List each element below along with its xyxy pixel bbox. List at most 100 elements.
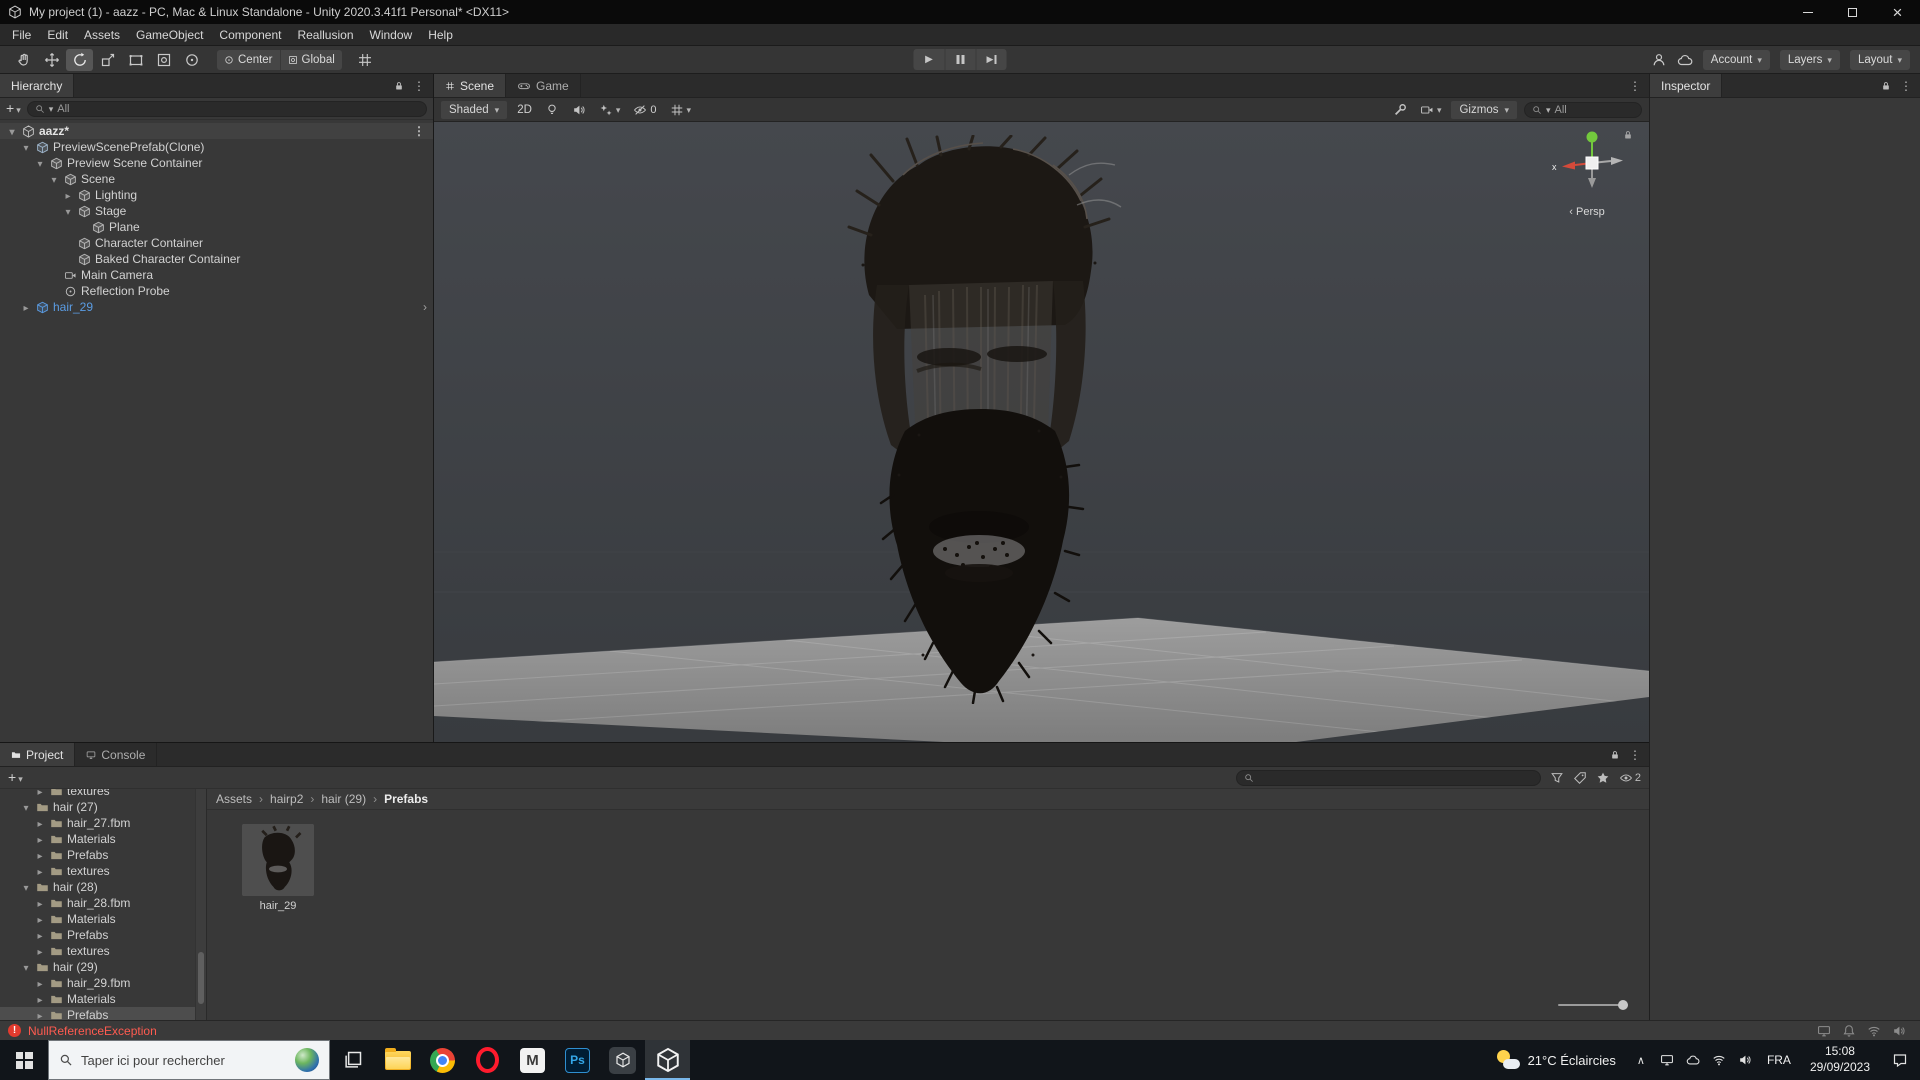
scene-audio-toggle[interactable] xyxy=(569,101,589,119)
hierarchy-item[interactable]: Baked Character Container xyxy=(0,251,433,267)
photoshop-button[interactable]: Ps xyxy=(555,1040,600,1080)
expand-arrow-icon[interactable] xyxy=(20,880,32,894)
hierarchy-item[interactable]: Lighting xyxy=(0,187,433,203)
start-button[interactable] xyxy=(0,1040,48,1080)
expand-arrow-icon[interactable] xyxy=(62,188,74,202)
expand-arrow-icon[interactable] xyxy=(34,896,46,910)
status-monitor-icon[interactable] xyxy=(1817,1024,1831,1038)
collab-button[interactable] xyxy=(1651,52,1667,68)
create-object-button[interactable] xyxy=(6,101,21,116)
cloud-services-button[interactable] xyxy=(1677,52,1693,68)
component-tools-button[interactable] xyxy=(1390,101,1410,119)
hierarchy-item[interactable]: Stage xyxy=(0,203,433,219)
folder-row[interactable]: Materials xyxy=(0,911,206,927)
breadcrumb-hairp2[interactable]: hairp2 xyxy=(270,792,303,806)
taskbar-clock[interactable]: 15:08 29/09/2023 xyxy=(1800,1044,1880,1075)
tray-monitor-icon[interactable] xyxy=(1654,1053,1680,1067)
tab-project[interactable]: Project xyxy=(0,743,76,766)
play-button[interactable] xyxy=(913,49,945,70)
pivot-rotation-button[interactable]: Global xyxy=(279,49,342,70)
scene-visibility-toggle[interactable]: 0 xyxy=(630,101,659,119)
gizmos-dropdown[interactable]: Gizmos xyxy=(1451,100,1517,119)
status-wifi-icon[interactable] xyxy=(1867,1024,1881,1038)
layers-dropdown[interactable]: Layers xyxy=(1779,49,1840,70)
asset-thumbnail[interactable] xyxy=(242,824,314,896)
m-app-button[interactable]: M xyxy=(510,1040,555,1080)
breadcrumb-assets[interactable]: Assets xyxy=(216,792,252,806)
hierarchy-item[interactable]: Reflection Probe xyxy=(0,283,433,299)
search-highlight-icon[interactable] xyxy=(295,1048,319,1072)
status-speaker-icon[interactable] xyxy=(1892,1024,1906,1038)
asset-item-hair29[interactable]: hair_29 xyxy=(240,824,316,912)
menu-file[interactable]: File xyxy=(4,24,39,45)
folder-row[interactable]: Prefabs xyxy=(0,927,206,943)
menu-assets[interactable]: Assets xyxy=(76,24,128,45)
folder-row[interactable]: hair_27.fbm xyxy=(0,815,206,831)
tree-scrollbar[interactable] xyxy=(195,789,206,1020)
hair-model[interactable] xyxy=(833,135,1127,704)
expand-arrow-icon[interactable] xyxy=(34,1008,46,1020)
shading-mode-dropdown[interactable]: Shaded xyxy=(441,100,508,119)
expand-arrow-icon[interactable] xyxy=(34,789,46,798)
tab-scene[interactable]: Scene xyxy=(434,74,507,97)
transform-tool-button[interactable] xyxy=(150,49,177,71)
status-error-text[interactable]: NullReferenceException xyxy=(28,1024,157,1038)
hierarchy-item[interactable]: Plane xyxy=(0,219,433,235)
custom-tool-button[interactable] xyxy=(178,49,205,71)
2d-toggle-button[interactable]: 2D xyxy=(514,101,535,119)
action-center-button[interactable] xyxy=(1880,1052,1920,1068)
expand-arrow-icon[interactable] xyxy=(34,992,46,1006)
lock-icon[interactable] xyxy=(1881,81,1891,91)
folder-row[interactable]: textures xyxy=(0,789,206,799)
pivot-mode-button[interactable]: Center xyxy=(217,49,280,70)
folder-row[interactable]: hair_28.fbm xyxy=(0,895,206,911)
hierarchy-search-input[interactable]: All xyxy=(26,100,427,117)
tray-onedrive-icon[interactable] xyxy=(1680,1053,1706,1067)
folder-row[interactable]: hair (29) xyxy=(0,959,206,975)
grid-snap-button[interactable] xyxy=(352,49,379,71)
scene-viewport[interactable]: x Persp xyxy=(434,122,1649,742)
expand-arrow-icon[interactable] xyxy=(20,300,32,314)
expand-arrow-icon[interactable] xyxy=(34,912,46,926)
pause-button[interactable] xyxy=(944,49,976,70)
expand-arrow-icon[interactable] xyxy=(20,800,32,814)
expand-arrow-icon[interactable] xyxy=(34,848,46,862)
assets-grid[interactable]: hair_29 xyxy=(207,810,1649,1020)
scene-camera-dropdown[interactable] xyxy=(1417,101,1445,119)
folder-row[interactable]: textures xyxy=(0,863,206,879)
folder-row[interactable]: Materials xyxy=(0,991,206,1007)
folder-row[interactable]: Materials xyxy=(0,831,206,847)
breadcrumb-prefabs[interactable]: Prefabs xyxy=(384,792,428,806)
expand-arrow-icon[interactable] xyxy=(6,124,18,138)
panel-menu-icon[interactable] xyxy=(1629,748,1641,762)
opera-button[interactable] xyxy=(465,1040,510,1080)
tab-game[interactable]: Game xyxy=(506,74,581,97)
folder-row[interactable]: Prefabs xyxy=(0,847,206,863)
tab-inspector[interactable]: Inspector xyxy=(1650,74,1723,97)
rect-tool-button[interactable] xyxy=(122,49,149,71)
hand-tool-button[interactable] xyxy=(10,49,37,71)
tab-hierarchy[interactable]: Hierarchy xyxy=(0,74,75,97)
language-indicator[interactable]: FRA xyxy=(1758,1053,1800,1067)
panel-menu-icon[interactable] xyxy=(1900,79,1912,93)
projection-mode-label[interactable]: Persp xyxy=(1539,206,1635,218)
slider-knob[interactable] xyxy=(1618,1000,1628,1010)
scene-options-icon[interactable] xyxy=(413,124,425,138)
weather-widget[interactable]: 21°C Éclaircies xyxy=(1484,1049,1628,1071)
search-by-type-icon[interactable] xyxy=(1550,771,1564,785)
project-search-input[interactable] xyxy=(1235,769,1541,786)
hierarchy-item[interactable]: Main Camera xyxy=(0,267,433,283)
hidden-icons-chevron[interactable] xyxy=(1628,1054,1654,1067)
folder-row[interactable]: hair_29.fbm xyxy=(0,975,206,991)
scrollbar-thumb[interactable] xyxy=(198,952,204,1004)
scale-tool-button[interactable] xyxy=(94,49,121,71)
status-bell-icon[interactable] xyxy=(1842,1024,1856,1038)
search-by-label-icon[interactable] xyxy=(1573,771,1587,785)
expand-arrow-icon[interactable] xyxy=(34,976,46,990)
hierarchy-item[interactable]: Character Container xyxy=(0,235,433,251)
restore-button[interactable] xyxy=(1830,0,1875,24)
hierarchy-item[interactable]: Scene xyxy=(0,171,433,187)
scene-search-input[interactable]: All xyxy=(1524,101,1642,118)
expand-arrow-icon[interactable] xyxy=(34,832,46,846)
expand-arrow-icon[interactable] xyxy=(34,864,46,878)
